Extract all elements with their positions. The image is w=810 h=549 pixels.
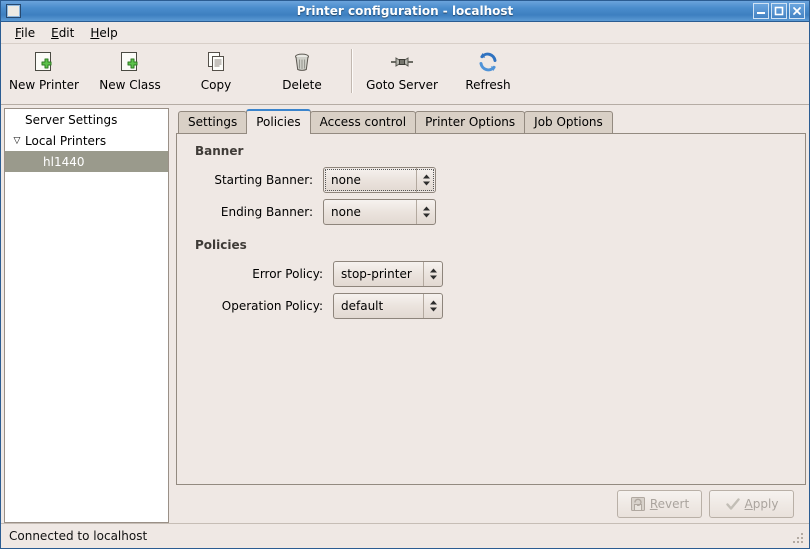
- revert-button[interactable]: Revert: [617, 490, 702, 518]
- toolbar: New Printer New Class C: [1, 44, 809, 105]
- window-icon: [6, 4, 21, 18]
- goto-server-button[interactable]: Goto Server: [359, 47, 445, 92]
- new-printer-icon: [32, 49, 56, 75]
- refresh-label: Refresh: [465, 78, 510, 92]
- revert-rest: evert: [658, 497, 690, 511]
- banner-group-title: Banner: [195, 144, 791, 158]
- policies-group-title: Policies: [195, 238, 791, 252]
- menu-edit[interactable]: Edit: [43, 24, 82, 42]
- main-body: Server Settings ▽ Local Printers hl1440 …: [1, 105, 809, 523]
- ending-banner-value: none: [324, 205, 416, 219]
- new-class-label: New Class: [99, 78, 161, 92]
- apply-check-icon: [725, 496, 741, 512]
- sidebar-item-hl1440[interactable]: hl1440: [5, 151, 168, 172]
- tab-settings[interactable]: Settings: [178, 111, 247, 133]
- copy-icon: [204, 49, 228, 75]
- apply-mnemonic: A: [745, 497, 753, 511]
- error-policy-combo[interactable]: stop-printer: [333, 261, 443, 287]
- window-controls: [753, 3, 807, 19]
- minimize-button[interactable]: [753, 3, 769, 19]
- goto-server-icon: [388, 49, 416, 75]
- action-bar: Revert Apply: [176, 485, 806, 523]
- tab-printer-options[interactable]: Printer Options: [415, 111, 525, 133]
- sidebar-item-label: hl1440: [43, 155, 84, 169]
- tab-job-options[interactable]: Job Options: [524, 111, 613, 133]
- tab-strip: Settings Policies Access control Printer…: [176, 108, 806, 133]
- delete-button[interactable]: Delete: [259, 47, 345, 92]
- revert-icon: [630, 496, 646, 512]
- starting-banner-value: none: [324, 173, 416, 187]
- tab-access-control[interactable]: Access control: [310, 111, 417, 133]
- menu-file-label: ile: [21, 26, 35, 40]
- title-bar[interactable]: Printer configuration - localhost: [1, 1, 809, 22]
- spinner-arrows-icon[interactable]: [423, 262, 442, 286]
- operation-policy-row: Operation Policy: default: [191, 290, 791, 322]
- status-message: Connected to localhost: [9, 529, 147, 543]
- printer-tree[interactable]: Server Settings ▽ Local Printers hl1440: [4, 108, 169, 523]
- operation-policy-value: default: [334, 299, 423, 313]
- printer-configuration-window: Printer configuration - localhost File E…: [0, 0, 810, 549]
- menu-help[interactable]: Help: [82, 24, 125, 42]
- sidebar-item-local-printers[interactable]: ▽ Local Printers: [5, 130, 168, 151]
- sidebar-item-label: Local Printers: [25, 134, 106, 148]
- copy-label: Copy: [201, 78, 231, 92]
- apply-label: Apply: [745, 497, 779, 511]
- new-class-icon: [118, 49, 142, 75]
- starting-banner-combo[interactable]: none: [323, 167, 436, 193]
- new-printer-button[interactable]: New Printer: [1, 47, 87, 92]
- menu-file[interactable]: File: [7, 24, 43, 42]
- operation-policy-combo[interactable]: default: [333, 293, 443, 319]
- delete-label: Delete: [282, 78, 321, 92]
- spinner-arrows-icon[interactable]: [416, 200, 435, 224]
- maximize-button[interactable]: [771, 3, 787, 19]
- policies-panel: Banner Starting Banner: none Ending Bann…: [176, 133, 806, 485]
- menu-edit-mnemonic: E: [51, 26, 59, 40]
- menu-help-label: elp: [99, 26, 117, 40]
- toolbar-separator: [351, 49, 353, 93]
- operation-policy-label: Operation Policy:: [191, 299, 333, 313]
- menu-edit-label: dit: [59, 26, 75, 40]
- menu-bar: File Edit Help: [1, 22, 809, 44]
- revert-mnemonic: R: [650, 497, 658, 511]
- copy-button[interactable]: Copy: [173, 47, 259, 92]
- starting-banner-row: Starting Banner: none: [191, 164, 791, 196]
- delete-icon: [290, 49, 314, 75]
- spinner-arrows-icon[interactable]: [416, 168, 435, 192]
- new-printer-label: New Printer: [9, 78, 79, 92]
- error-policy-row: Error Policy: stop-printer: [191, 258, 791, 290]
- tab-policies[interactable]: Policies: [246, 109, 310, 134]
- window-title: Printer configuration - localhost: [1, 4, 809, 18]
- refresh-button[interactable]: Refresh: [445, 47, 531, 92]
- ending-banner-combo[interactable]: none: [323, 199, 436, 225]
- settings-notebook: Settings Policies Access control Printer…: [176, 108, 806, 523]
- error-policy-value: stop-printer: [334, 267, 423, 281]
- new-class-button[interactable]: New Class: [87, 47, 173, 92]
- spinner-arrows-icon[interactable]: [423, 294, 442, 318]
- status-bar: Connected to localhost: [1, 523, 809, 548]
- ending-banner-label: Ending Banner:: [191, 205, 323, 219]
- apply-button[interactable]: Apply: [709, 490, 794, 518]
- apply-rest: pply: [753, 497, 779, 511]
- refresh-icon: [476, 49, 500, 75]
- goto-server-label: Goto Server: [366, 78, 438, 92]
- ending-banner-row: Ending Banner: none: [191, 196, 791, 228]
- starting-banner-label: Starting Banner:: [191, 173, 323, 187]
- error-policy-label: Error Policy:: [191, 267, 333, 281]
- revert-label: Revert: [650, 497, 689, 511]
- close-button[interactable]: [789, 3, 805, 19]
- chevron-down-icon[interactable]: ▽: [9, 136, 25, 146]
- resize-grip[interactable]: [792, 532, 805, 545]
- sidebar-item-server-settings[interactable]: Server Settings: [5, 109, 168, 130]
- sidebar-item-label: Server Settings: [25, 113, 117, 127]
